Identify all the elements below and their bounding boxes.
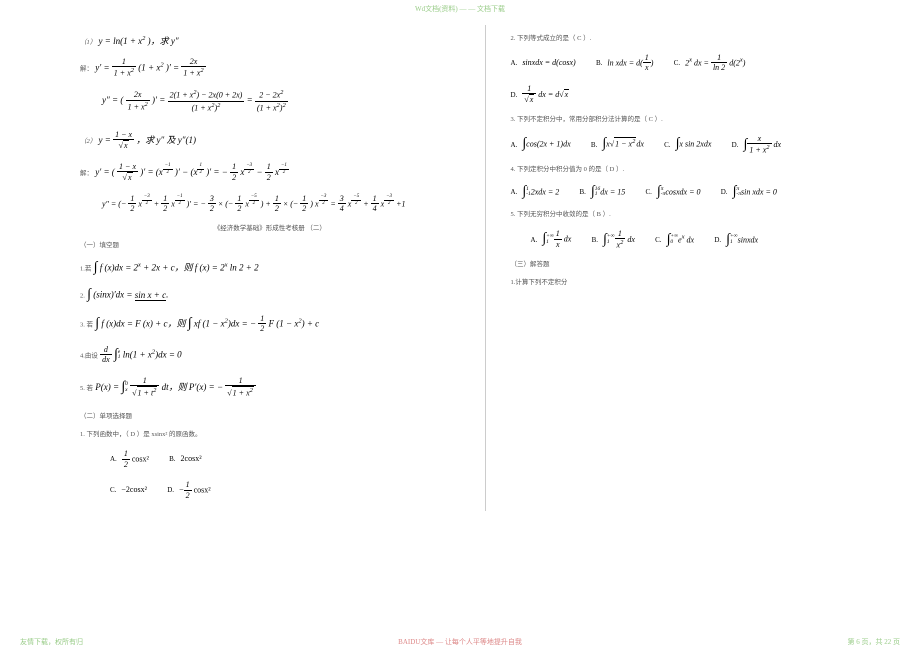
label: 解： — [80, 170, 93, 177]
content-columns: （1） y = ln(1 + x2 )，求 y″ 解： y′ = 11 + x2… — [0, 0, 920, 536]
line-1-2: 解： y′ = 11 + x2 (1 + x2 )′ = 2x1 + x2 — [80, 57, 460, 80]
expr: )′ = — [166, 62, 179, 72]
fill-2: 2. ∫ (sinx)′dx = sin x + c. — [80, 287, 460, 304]
left-column: （1） y = ln(1 + x2 )，求 y″ 解： y′ = 11 + x2… — [80, 25, 460, 511]
expr: (1 + x — [138, 62, 160, 72]
q2-text: 2. 下列等式成立的是（ C ）. — [511, 35, 891, 43]
fill-1: 1.若 ∫ f (x)dx = 2x + 2x + c，则 f (x) = 2x… — [80, 260, 460, 277]
q5-row: A. ∫+∞11x dx B. ∫+∞11x2 dx C. ∫+∞0ex dx … — [531, 229, 891, 252]
expr: = — [247, 96, 253, 106]
q1-text: 1. 下列函数中，（ D ）是 xsinx² 的原函数。 — [80, 431, 460, 439]
line-1-1: （1） y = ln(1 + x2 )，求 y″ — [80, 35, 460, 47]
q6-text: 1.计算下列不定积分 — [511, 279, 891, 287]
q2-row1: A. sinxdx = d(cosx) B. ln xdx = d(1x) C.… — [511, 53, 891, 74]
q3-text: 3. 下列不定积分中，常用分部积分法计算的是（ C ）. — [511, 116, 891, 124]
section-3-title: （三）解答题 — [511, 261, 891, 269]
expr: y = — [99, 135, 111, 145]
line-2-2: 解： y′ = ( 1 − x√x )′ = (x−12 )′ − (x12 )… — [80, 162, 460, 184]
subtitle: 《经济数学基础》形成性考核册 （二） — [80, 225, 460, 233]
label: 解： — [80, 65, 93, 72]
section-1-title: （一）填空题 — [80, 242, 460, 250]
q4-row: A. ∫1-12xdx = 2 B. ∫161dx = 15 C. ∫π-πco… — [511, 184, 891, 201]
label: （2） — [80, 138, 96, 145]
expr: y″ = ( — [102, 96, 123, 106]
page-footer-right: 第 6 页，共 22 页 — [848, 637, 901, 647]
right-column: 2. 下列等式成立的是（ C ）. A. sinxdx = d(cosx) B.… — [485, 25, 891, 511]
line-2-1: （2） y = 1 − x√x ，求 y″ 及 y″(1) — [80, 130, 460, 152]
fill-4: 4.由设 ddx ∫e1 ln(1 + x2)dx = 0 — [80, 345, 460, 366]
q1-options-row1: A. 12 cosx² B. 2cosx² — [110, 449, 460, 470]
q4-text: 4. 下列定积分中积分值为 0 的是（ D ）. — [511, 166, 891, 174]
line-2-3: y″ = (− 12 x−32 + 12 x−12 )′ = − 32 × (−… — [102, 194, 460, 215]
page-footer-center: BAIDU文库 — 让每个人平等地提升自我 — [0, 637, 920, 647]
q1-options-row2: C. −2cosx² D. −12 cosx² — [110, 480, 460, 501]
q5-text: 5. 下列无穷积分中收敛的是（ B ）. — [511, 211, 891, 219]
q3-row: A. ∫cos(2x + 1)dx B. ∫x√1 − x2dx C. ∫x s… — [511, 134, 891, 157]
expr: )′ = − — [206, 167, 228, 177]
expr: )′ = — [152, 96, 165, 106]
expr: )′ − (x — [175, 167, 198, 177]
expr: )′ = (x — [140, 167, 163, 177]
fill-3: 3. 若 ∫ f (x)dx = F (x) + c，则 ∫ xf (1 − x… — [80, 314, 460, 335]
section-2-title: （二）单项选择题 — [80, 413, 460, 421]
label: （1） — [80, 39, 96, 46]
line-1-3: y″ = ( 2x1 + x2 )′ = 2(1 + x2) − 2x(0 + … — [102, 89, 460, 113]
expr: y′ = — [95, 62, 109, 72]
expr: )，求 y″ — [148, 36, 179, 46]
expr: ，求 y″ 及 y″(1) — [136, 135, 196, 145]
expr: − — [256, 167, 262, 177]
fill-5: 5. 若 P(x) = ∫0x 1√1 + t2 dt，则 P′(x) = − … — [80, 376, 460, 400]
expr: y = ln(1 + x — [99, 36, 143, 46]
q2-row2: D. 1√x dx = d√x — [511, 84, 891, 106]
page-header: Wd文档(资料) — — 文档下载 — [0, 4, 920, 14]
expr: y′ = ( — [95, 167, 115, 177]
